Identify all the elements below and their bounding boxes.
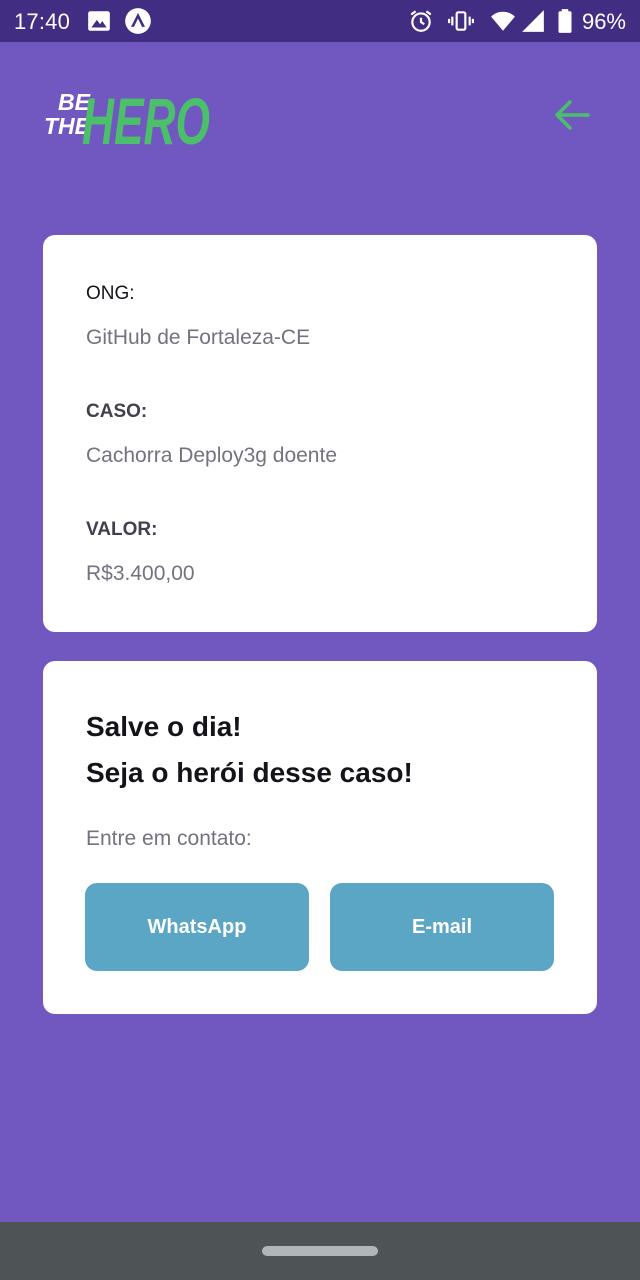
case-label: CASO: [86,401,148,422]
hero-title-line1: Salve o dia! [86,711,242,742]
ong-label: ONG: [86,283,135,304]
hero-title-line2: Seja o herói desse caso! [86,757,413,788]
incident-card: ONG: GitHub de Fortaleza-CE CASO: Cachor… [43,235,597,632]
image-icon [88,11,110,31]
be-the-hero-logo: BE THE HERO [44,84,210,152]
expo-icon [125,8,151,34]
arrow-left-icon [555,100,590,130]
home-gesture-handle[interactable] [262,1246,378,1256]
status-bar: 17:40 96% [0,0,640,42]
vibrate-icon [448,11,474,31]
case-value: Cachorra Deploy3g doente [86,444,337,467]
whatsapp-button[interactable]: WhatsApp [85,883,309,971]
value-amount: R$3.400,00 [86,562,195,585]
alarm-icon [410,10,432,32]
battery-icon [558,9,572,33]
logo-text-hero: HERO [82,84,210,152]
ong-value: GitHub de Fortaleza-CE [86,326,311,349]
system-nav-bar [0,1222,640,1280]
contact-card: Salve o dia! Seja o herói desse caso! En… [43,661,597,1014]
email-button[interactable]: E-mail [330,883,554,971]
contact-description: Entre em contato: [86,827,252,850]
status-time: 17:40 [14,9,71,34]
back-button[interactable] [548,90,598,140]
signal-icon [522,10,544,32]
battery-percentage: 96% [581,9,626,34]
value-label: VALOR: [86,519,158,540]
wifi-icon [491,11,515,31]
